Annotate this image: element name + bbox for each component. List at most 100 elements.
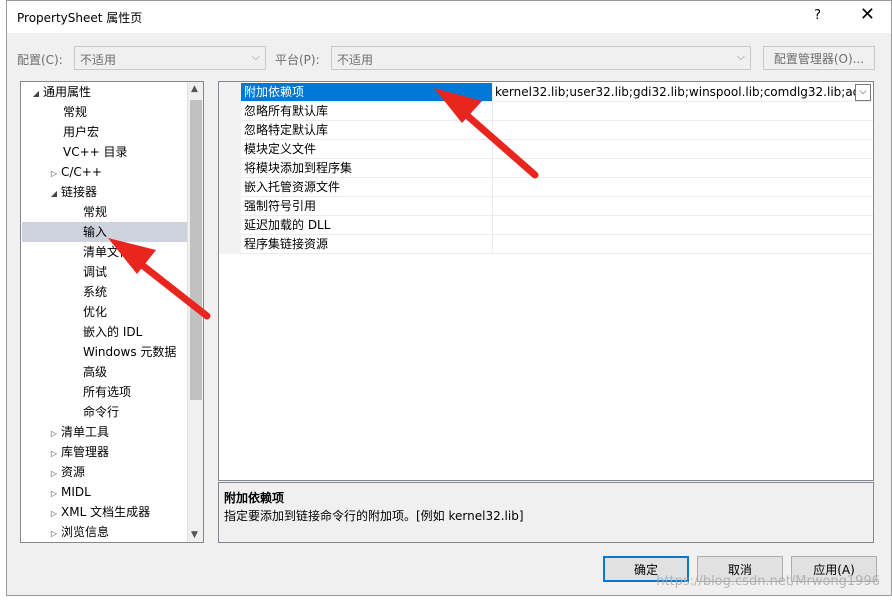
tree-item-label: 通用属性 — [43, 85, 92, 99]
grid-row[interactable]: 延迟加载的 DLL — [241, 216, 873, 235]
scroll-down-icon[interactable]: ▼ — [191, 530, 198, 540]
property-value[interactable] — [495, 102, 855, 120]
expand-arrow-icon[interactable]: ▷ — [47, 444, 61, 464]
close-button[interactable]: ✕ — [860, 4, 875, 25]
grid-gutter — [219, 82, 241, 254]
tree-item[interactable]: ▷ XML 文档生成器 — [47, 502, 197, 522]
tree-item-label: XML 文档生成器 — [61, 505, 151, 519]
tree-item[interactable]: 高级 — [83, 362, 203, 382]
expand-arrow-icon[interactable]: ▷ — [47, 424, 61, 444]
tree-scrollbar[interactable]: ▲ ▼ — [187, 82, 203, 542]
title-bar: PropertySheet 属性页 ? ✕ — [7, 1, 891, 33]
property-tree[interactable]: ◢ 通用属性 常规 用户宏 VC++ 目录 ▷ C/C++ ◢ 链接器 常规 输入 清单文件 调试 系统优… — [20, 81, 204, 543]
expand-arrow-icon[interactable]: ▷ — [47, 164, 61, 184]
property-name[interactable]: 忽略所有默认库 — [241, 102, 493, 120]
grid-row[interactable]: 忽略所有默认库 — [241, 102, 873, 121]
window-title: PropertySheet 属性页 — [17, 11, 143, 25]
platform-value: 不适用 — [337, 53, 374, 67]
tree-item[interactable]: ◢ 通用属性 — [29, 82, 179, 102]
tree-item-label: 用户宏 — [63, 125, 100, 139]
collapse-arrow-icon[interactable]: ◢ — [47, 184, 61, 204]
tree-item[interactable]: ▷ 清单工具 — [47, 422, 197, 442]
tree-item[interactable]: 用户宏 — [63, 122, 203, 142]
tree-item-label: 清单工具 — [61, 425, 110, 439]
tree-item[interactable]: ▷ 浏览信息 — [47, 522, 197, 542]
tree-item[interactable]: 命令行 — [83, 402, 203, 422]
platform-combo[interactable]: 不适用 ⌵ — [331, 46, 751, 70]
tree-item-label: 浏览信息 — [61, 525, 110, 539]
tree-item[interactable]: 常规 — [63, 102, 203, 122]
platform-label: 平台(P): — [275, 53, 320, 67]
tree-item[interactable]: ▷ C/C++ — [47, 162, 197, 182]
tree-item-label: 嵌入的 IDL — [83, 325, 143, 339]
tree-item-label: 优化 — [83, 305, 108, 319]
tree-item[interactable]: 所有选项 — [83, 382, 203, 402]
property-value[interactable] — [495, 159, 855, 177]
expand-arrow-icon[interactable]: ▷ — [47, 464, 61, 484]
tree-item[interactable]: 输入 — [22, 222, 188, 242]
property-name[interactable]: 程序集链接资源 — [241, 235, 493, 253]
configuration-manager-button[interactable]: 配置管理器(O)... — [763, 46, 875, 70]
grid-row[interactable]: 嵌入托管资源文件 — [241, 178, 873, 197]
tree-item[interactable]: 清单文件 — [83, 242, 203, 262]
expand-arrow-icon[interactable]: ▷ — [47, 484, 61, 504]
expand-arrow-icon[interactable]: ▷ — [47, 504, 61, 524]
property-sheet-dialog: PropertySheet 属性页 ? ✕ 配置(C): 不适用 ⌵ 平台(P)… — [6, 0, 892, 596]
tree-item-label: 所有选项 — [83, 385, 132, 399]
grid-row[interactable]: 程序集链接资源 — [241, 235, 873, 254]
property-value[interactable] — [495, 121, 855, 139]
collapse-arrow-icon[interactable]: ◢ — [29, 84, 43, 104]
tree-item[interactable]: ◢ 链接器 — [47, 182, 197, 202]
grid-row[interactable]: 将模块添加到程序集 — [241, 159, 873, 178]
property-name[interactable]: 模块定义文件 — [241, 140, 493, 158]
tree-item-label: 常规 — [63, 105, 88, 119]
tree-item-label: 命令行 — [83, 405, 120, 419]
tree-item-label: 资源 — [61, 465, 86, 479]
property-name[interactable]: 延迟加载的 DLL — [241, 216, 493, 234]
tree-item[interactable]: 常规 — [83, 202, 203, 222]
description-title: 附加依赖项 — [224, 491, 285, 505]
tree-item[interactable]: VC++ 目录 — [63, 142, 203, 162]
property-name[interactable]: 附加依赖项 — [241, 83, 493, 101]
tree-item[interactable]: ▷ 资源 — [47, 462, 197, 482]
tree-item[interactable]: ▷ MIDL — [47, 482, 197, 502]
tree-item-label: 高级 — [83, 365, 108, 379]
tree-item[interactable]: ▷ 库管理器 — [47, 442, 197, 462]
scroll-up-icon[interactable]: ▲ — [191, 84, 198, 94]
grid-row[interactable]: 模块定义文件 — [241, 140, 873, 159]
grid-row[interactable]: 强制符号引用 — [241, 197, 873, 216]
configuration-label: 配置(C): — [17, 53, 63, 67]
tree-item[interactable]: 系统 — [83, 282, 203, 302]
property-value[interactable] — [495, 235, 855, 253]
tree-item-label: 调试 — [83, 265, 108, 279]
property-value[interactable] — [495, 216, 855, 234]
expand-arrow-icon[interactable]: ▷ — [47, 524, 61, 542]
property-name[interactable]: 强制符号引用 — [241, 197, 493, 215]
configuration-combo[interactable]: 不适用 ⌵ — [74, 46, 266, 70]
property-name[interactable]: 嵌入托管资源文件 — [241, 178, 493, 196]
tree-item[interactable]: 优化 — [83, 302, 203, 322]
property-name[interactable]: 忽略特定默认库 — [241, 121, 493, 139]
description-text: 指定要添加到链接命令行的附加项。[例如 kernel32.lib] — [224, 509, 524, 523]
tree-item-label: 输入 — [83, 225, 108, 239]
chevron-down-icon: ⌵ — [736, 50, 745, 63]
property-name[interactable]: 将模块添加到程序集 — [241, 159, 493, 177]
scroll-thumb[interactable] — [190, 100, 202, 400]
tree-item[interactable]: Windows 元数据 — [83, 342, 203, 362]
property-grid: 附加依赖项 kernel32.lib;user32.lib;gdi32.lib;w… — [218, 81, 874, 481]
chevron-down-icon: ⌵ — [251, 50, 260, 63]
tree-item[interactable]: 调试 — [83, 262, 203, 282]
configuration-value: 不适用 — [80, 53, 117, 67]
tree-item-label: VC++ 目录 — [63, 145, 128, 159]
grid-row[interactable]: 忽略特定默认库 — [241, 121, 873, 140]
property-value[interactable] — [495, 140, 855, 158]
tree-item-label: 链接器 — [61, 185, 98, 199]
property-value[interactable] — [495, 178, 855, 196]
tree-item[interactable]: 嵌入的 IDL — [83, 322, 203, 342]
tree-item-label: 常规 — [83, 205, 108, 219]
grid-row[interactable]: 附加依赖项 kernel32.lib;user32.lib;gdi32.lib;w… — [241, 83, 873, 102]
value-dropdown-button[interactable]: ⌵ — [855, 84, 871, 101]
property-value[interactable]: kernel32.lib;user32.lib;gdi32.lib;winspo… — [495, 83, 855, 101]
help-button[interactable]: ? — [814, 8, 821, 23]
property-value[interactable] — [495, 197, 855, 215]
